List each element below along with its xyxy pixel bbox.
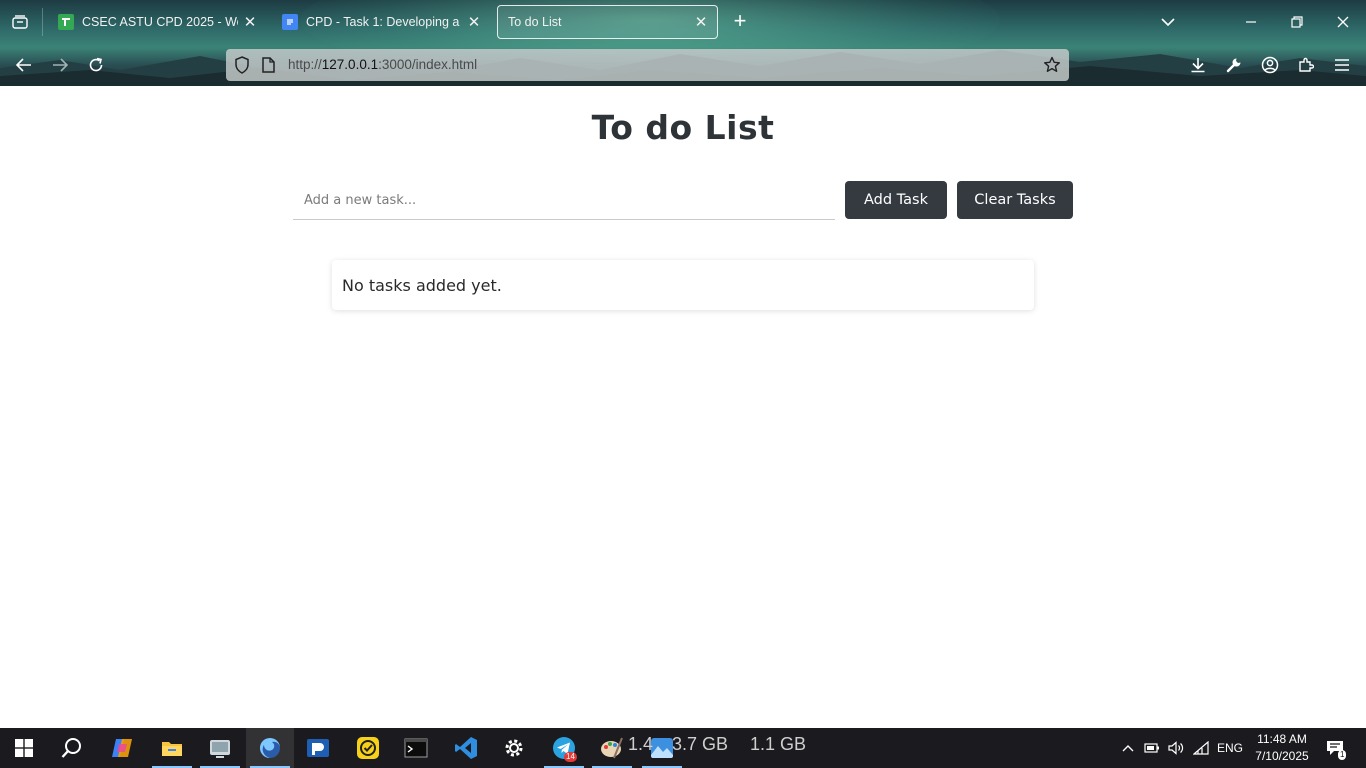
page-title: To do List [591,108,775,147]
tab-bar: CSEC ASTU CPD 2025 - Web Le ✕ CPD - Task… [0,0,1366,44]
address-bar[interactable]: http://127.0.0.1:3000/index.html [226,49,1069,81]
browser-chrome: CSEC ASTU CPD 2025 - Web Le ✕ CPD - Task… [0,0,1366,86]
sheets-favicon-icon [58,14,74,30]
tab-title: CPD - Task 1: Developing a Sim [306,15,462,29]
search-icon[interactable] [48,728,96,768]
tab-csec-astu[interactable]: CSEC ASTU CPD 2025 - Web Le ✕ [48,5,266,39]
clear-tasks-button[interactable]: Clear Tasks [957,181,1073,219]
back-arrow-icon[interactable] [11,53,37,77]
empty-tasks-message: No tasks added yet. [342,275,502,295]
show-hidden-icons-chevron-up-icon[interactable] [1118,728,1138,768]
network-icon[interactable] [1191,728,1211,768]
tab-divider [42,8,43,36]
restore-icon[interactable] [1282,8,1312,36]
tab-todo-list-active[interactable]: To do List ✕ [497,5,718,39]
copilot-icon[interactable] [98,728,146,768]
docs-favicon-icon [282,14,298,30]
notification-center-icon[interactable]: 1 [1320,728,1350,768]
clock-time: 11:48 AM [1257,732,1307,746]
tab-title: To do List [508,15,562,29]
telegram-icon[interactable]: 14 [540,728,588,768]
url-text[interactable]: http://127.0.0.1:3000/index.html [288,57,477,72]
notification-count-badge: 1 [1338,750,1347,760]
account-icon[interactable] [1257,53,1283,77]
wrench-tools-icon[interactable] [1221,53,1247,77]
battery-icon[interactable] [1142,728,1162,768]
firefox-view-icon[interactable] [8,11,32,33]
tasks-app-icon[interactable] [344,728,392,768]
bookmark-star-icon[interactable] [1043,56,1061,79]
url-host: 127.0.0.1 [321,57,379,72]
memory-usage-text: 1.1 GB [750,734,807,754]
system-clock[interactable]: 11:48 AM 7/10/2025 [1250,731,1314,765]
nav-bar: http://127.0.0.1:3000/index.html [0,44,1366,86]
terminal-icon[interactable] [392,728,440,768]
page-info-icon[interactable] [262,57,275,78]
close-icon[interactable]: ✕ [466,14,482,31]
settings-icon[interactable] [490,728,538,768]
file-explorer-icon[interactable] [148,728,196,768]
start-icon[interactable] [0,728,48,768]
add-task-button[interactable]: Add Task [845,181,947,219]
memory-usage-text: 3.7 GB [672,734,729,754]
url-prefix: http:// [288,57,322,72]
volume-icon[interactable] [1166,728,1186,768]
input-language-indicator[interactable]: ENG [1214,728,1246,768]
reload-icon[interactable] [83,53,109,77]
close-icon[interactable]: ✕ [693,14,709,31]
clock-date: 7/10/2025 [1255,749,1309,763]
forward-arrow-icon[interactable] [47,53,73,77]
downloads-icon[interactable] [1185,53,1211,77]
firefox-icon[interactable] [246,728,294,768]
task-list-empty-card: No tasks added yet. [332,260,1034,310]
app-icon[interactable] [294,728,342,768]
extensions-puzzle-icon[interactable] [1293,53,1319,77]
menu-hamburger-icon[interactable] [1329,53,1355,77]
app-icon[interactable] [196,728,244,768]
new-task-input[interactable] [293,181,835,220]
tracking-protection-shield-icon[interactable] [234,56,250,79]
close-icon[interactable]: ✕ [242,14,258,31]
memory-usage-text: 1.4 [628,734,654,754]
url-path: :3000/index.html [378,57,478,72]
new-tab-plus-icon[interactable]: + [728,10,752,33]
todo-page: To do List Add Task Clear Tasks No tasks… [0,86,1366,728]
close-window-icon[interactable] [1328,8,1358,36]
vscode-icon[interactable] [442,728,490,768]
list-all-tabs-chevron-down-icon[interactable] [1158,12,1178,32]
telegram-unread-badge: 14 [564,752,577,762]
tab-title: CSEC ASTU CPD 2025 - Web Le [82,15,238,29]
minimize-icon[interactable] [1236,8,1266,36]
tab-cpd-task[interactable]: CPD - Task 1: Developing a Sim ✕ [272,5,490,39]
